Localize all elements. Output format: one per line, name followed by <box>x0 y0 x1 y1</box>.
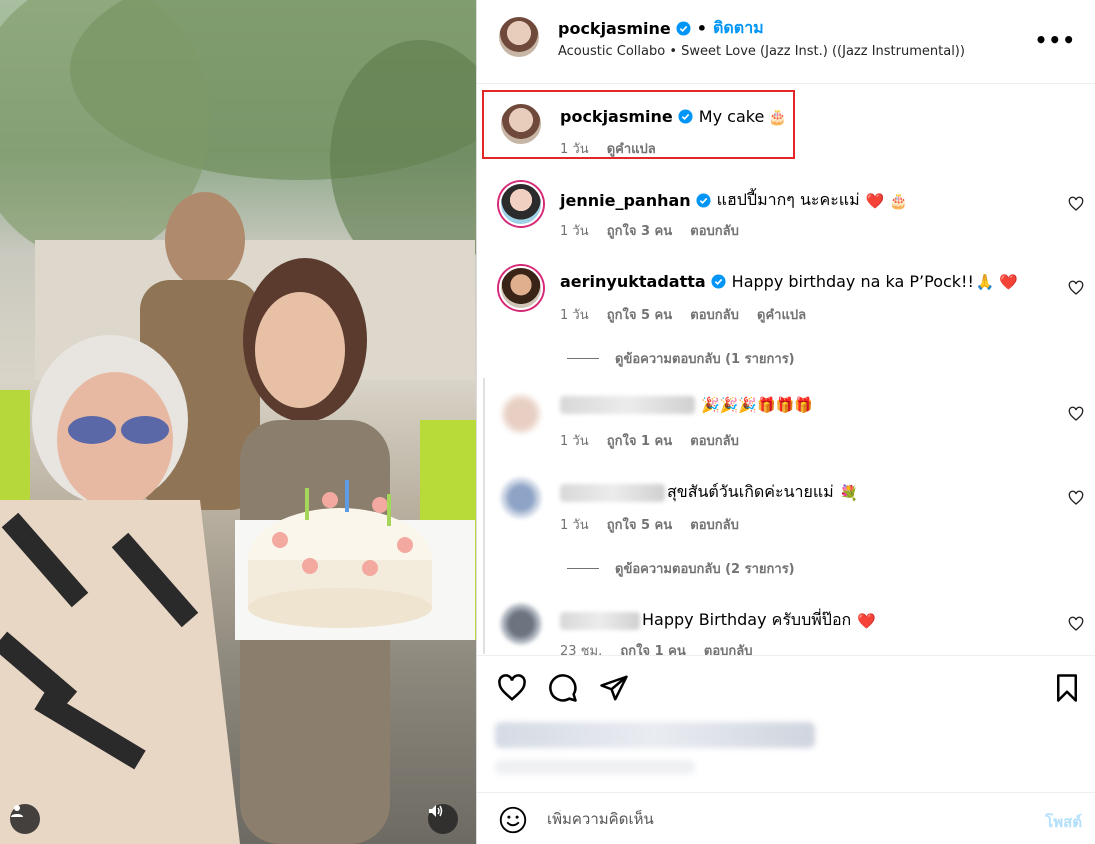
comment-likes[interactable]: ถูกใจ 5 คน <box>607 308 672 323</box>
comment-meta: 1 วัน ถูกใจ 5 คน ตอบกลับ <box>560 514 753 535</box>
commenter-avatar[interactable] <box>499 182 543 226</box>
comment-likes[interactable]: ถูกใจ 1 คน <box>607 434 672 449</box>
verified-icon <box>696 193 711 208</box>
audio-toggle-button[interactable] <box>428 804 458 834</box>
comment-meta: 1 วัน ถูกใจ 5 คน ตอบกลับ ดูคำแปล <box>560 304 820 325</box>
comment-text-row: สุขสันต์วันเกิดค่ะนายแม่ 💐 <box>560 480 858 505</box>
commenter-username[interactable]: jennie_panhan <box>560 191 691 210</box>
more-options-button[interactable]: ••• <box>1035 28 1076 52</box>
comment-likes[interactable]: ถูกใจ 3 คน <box>607 224 672 239</box>
author-avatar[interactable] <box>499 17 539 57</box>
commenter-avatar[interactable] <box>499 602 543 646</box>
comment-text-row: Happy Birthday ครับบพี่ป๊อก ❤️ <box>560 608 876 633</box>
like-heart-icon[interactable] <box>1068 406 1084 422</box>
reply-button[interactable]: ตอบกลับ <box>690 308 739 323</box>
user-icon <box>11 805 23 817</box>
replies-divider <box>567 358 599 359</box>
audio-artist: Acoustic Collabo <box>558 44 666 59</box>
commenter-avatar[interactable] <box>499 266 543 310</box>
caption-username[interactable]: pockjasmine <box>560 107 673 126</box>
comment-emoji: 🙏 ❤️ <box>975 272 1019 291</box>
like-heart-icon[interactable] <box>1068 616 1084 632</box>
commenter-username[interactable]: aerinyuktadatta <box>560 272 706 291</box>
post-comment-button[interactable]: โพสต์ <box>1045 810 1082 834</box>
speaker-icon <box>429 805 443 817</box>
view-replies-button[interactable]: ดูข้อความตอบกลับ (2 รายการ) <box>567 558 795 579</box>
caption-meta: 1 วัน ดูคำแปล <box>560 138 670 159</box>
view-replies-label: ดูข้อความตอบกลับ (2 รายการ) <box>615 562 795 577</box>
commenter-avatar[interactable] <box>499 392 543 436</box>
comment-text: Happy Birthday ครับบพี่ป๊อก <box>642 610 852 629</box>
comment-time: 1 วัน <box>560 434 589 449</box>
reply-button[interactable]: ตอบกลับ <box>690 224 739 239</box>
follow-button[interactable]: ติดตาม <box>713 16 764 41</box>
verified-icon <box>676 21 691 36</box>
comment-emoji: 🎉🎉🎉🎁🎁🎁 <box>701 396 814 414</box>
comment-text: แฮปปี้มากๆ นะคะแม่ <box>716 190 860 209</box>
reply-thread-line <box>483 378 485 654</box>
reply-button[interactable]: ตอบกลับ <box>690 434 739 449</box>
comment-likes[interactable]: ถูกใจ 5 คน <box>607 518 672 533</box>
comment-bubble-icon[interactable] <box>548 673 578 703</box>
replies-divider <box>567 568 599 569</box>
emoji-smile-icon[interactable] <box>499 806 527 834</box>
comment-time: 1 วัน <box>560 308 589 323</box>
commenter-avatar[interactable] <box>499 476 543 520</box>
comment-emoji: ❤️ 🎂 <box>865 191 908 210</box>
view-replies-button[interactable]: ดูข้อความตอบกลับ (1 รายการ) <box>567 348 795 369</box>
post-media[interactable] <box>0 0 476 844</box>
view-replies-label: ดูข้อความตอบกลับ (1 รายการ) <box>615 352 795 367</box>
comment-emoji: ❤️ <box>857 611 876 630</box>
comment-time: 1 วัน <box>560 224 589 239</box>
like-heart-icon[interactable] <box>1068 280 1084 296</box>
comment-meta: 1 วัน ถูกใจ 1 คน ตอบกลับ <box>560 430 753 451</box>
audio-info[interactable]: Acoustic Collabo • Sweet Love (Jazz Inst… <box>558 44 965 59</box>
share-paper-plane-icon[interactable] <box>599 673 629 703</box>
commenter-username-blurred[interactable] <box>560 483 665 502</box>
translate-link[interactable]: ดูคำแปล <box>757 308 806 323</box>
media-illustration <box>0 0 476 844</box>
comment-text: Happy birthday na ka P’Pock!! <box>731 272 974 291</box>
audio-separator: • <box>665 44 682 59</box>
comment-emoji: 💐 <box>839 483 859 502</box>
commenter-username-blurred[interactable] <box>560 396 695 414</box>
post-header: pockjasmine • ติดตาม Acoustic Collabo • … <box>477 0 1095 84</box>
verified-icon <box>711 274 726 289</box>
add-comment-bar: โพสต์ <box>477 792 1095 844</box>
tagged-users-button[interactable] <box>10 804 40 834</box>
comment-input[interactable] <box>547 810 987 828</box>
verified-icon <box>678 109 693 124</box>
reply-button[interactable]: ตอบกลับ <box>690 518 739 533</box>
commenter-username-blurred[interactable] <box>560 611 640 630</box>
caption-emoji: 🎂 <box>768 107 787 126</box>
caption-text-row: pockjasmine My cake 🎂 <box>560 107 787 126</box>
author-username[interactable]: pockjasmine <box>558 19 671 38</box>
author-row: pockjasmine • ติดตาม <box>558 16 764 41</box>
like-heart-icon[interactable] <box>1068 196 1084 212</box>
likes-summary-blurred <box>485 710 825 780</box>
comment-text: สุขสันต์วันเกิดค่ะนายแม่ <box>667 482 834 501</box>
like-heart-icon[interactable] <box>1068 490 1084 506</box>
caption-text: My cake <box>698 107 765 126</box>
comment-text-row: jennie_panhan แฮปปี้มากๆ นะคะแม่ ❤️ 🎂 <box>560 188 908 213</box>
comment-time: 1 วัน <box>560 518 589 533</box>
separator-dot: • <box>696 19 708 38</box>
audio-title: Sweet Love (Jazz Inst.) ((Jazz Instrumen… <box>681 44 965 59</box>
post-actions-bar <box>477 655 1095 707</box>
caption-time: 1 วัน <box>560 142 589 157</box>
bookmark-icon[interactable] <box>1052 673 1082 703</box>
comment-text-row: aerinyuktadatta Happy birthday na ka P’P… <box>560 272 1018 291</box>
post-panel: pockjasmine • ติดตาม Acoustic Collabo • … <box>476 0 1095 844</box>
like-heart-icon[interactable] <box>497 673 527 703</box>
comment-text-row: 🎉🎉🎉🎁🎁🎁 <box>560 396 813 414</box>
comment-meta: 1 วัน ถูกใจ 3 คน ตอบกลับ <box>560 220 753 241</box>
translate-link[interactable]: ดูคำแปล <box>607 142 656 157</box>
caption-avatar[interactable] <box>499 102 543 146</box>
